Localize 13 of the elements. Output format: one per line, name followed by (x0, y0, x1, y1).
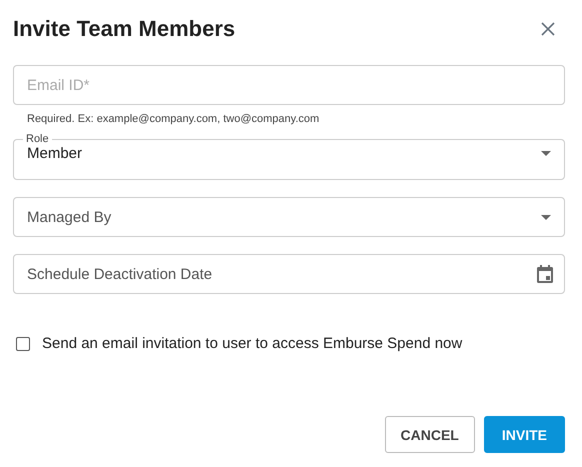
caret-icon (541, 151, 551, 156)
calendar-icon (537, 265, 553, 283)
caret-icon (541, 214, 551, 220)
select-field[interactable]: Managed By (13, 197, 565, 237)
helper-text: Required. Ex: example@company.com, two@company.com (26, 112, 320, 125)
email-field[interactable]: Email ID* (13, 65, 565, 105)
select-field[interactable]: Role Member (13, 133, 565, 180)
dialog-title: Invite Team Members (13, 16, 236, 42)
close-icon[interactable] (541, 22, 555, 36)
checkbox[interactable] (16, 336, 30, 350)
date-field[interactable]: Schedule Deactivation Date (13, 254, 565, 294)
cancel-button[interactable]: CANCEL (384, 416, 475, 453)
checkbox-label: Send an email invitation to user to access Emburse Spend now (42, 335, 462, 352)
